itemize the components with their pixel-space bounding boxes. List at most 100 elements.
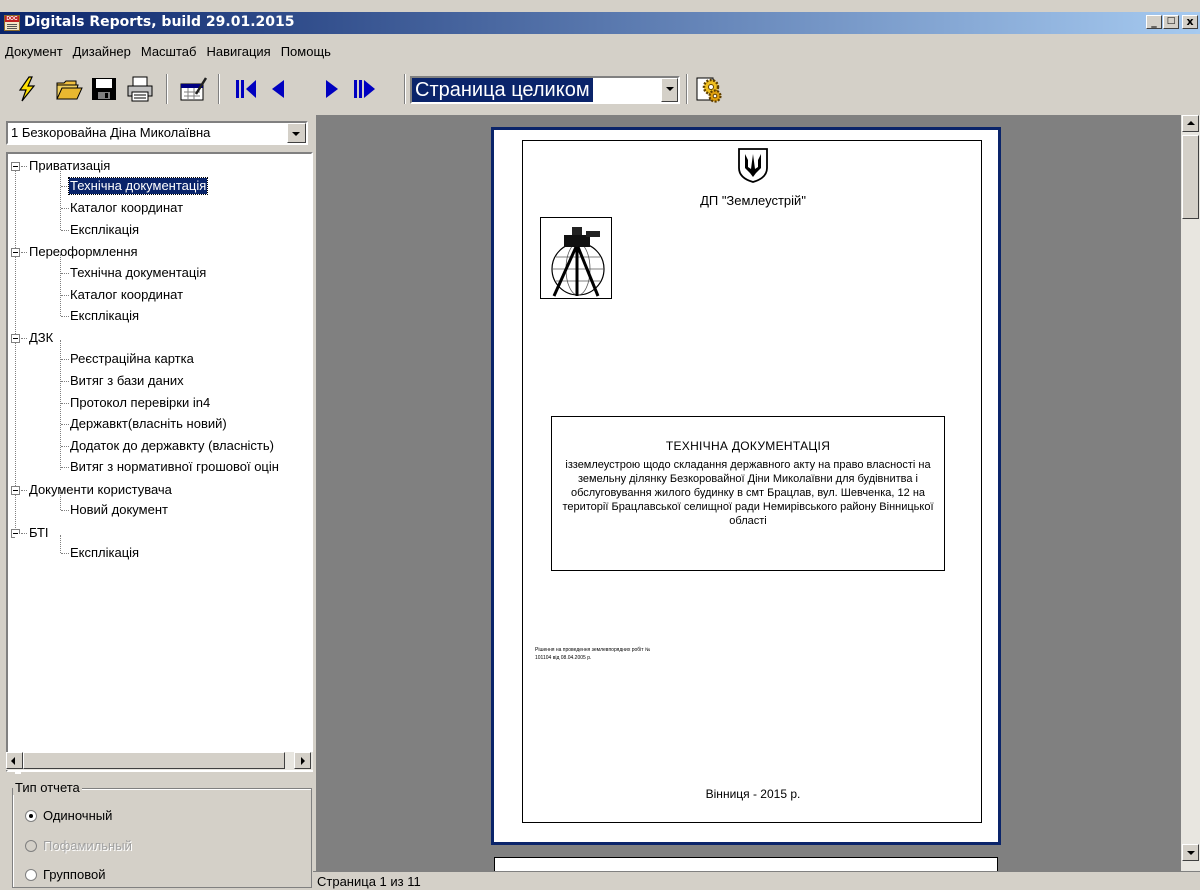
close-button[interactable]: x (1182, 15, 1198, 29)
tree-connector (61, 208, 69, 209)
doc-footer: Вінниця - 2015 р. (705, 787, 801, 801)
tree-item-explication[interactable]: Експлікація (70, 308, 139, 324)
tree-item-explication[interactable]: Експлікація (70, 545, 139, 561)
collapse-expander[interactable] (11, 334, 20, 343)
tree-item-state-act-appendix[interactable]: Додаток до державкту (власність) (70, 438, 274, 454)
scroll-thumb[interactable] (1182, 135, 1199, 219)
person-dropdown-button[interactable] (287, 123, 306, 143)
title-bar[interactable]: Digitals Reports, build 29.01.2015 _ □ x (0, 12, 1200, 34)
app-doc-icon (4, 15, 20, 31)
scroll-down-button[interactable] (1182, 844, 1199, 861)
page-frame: ДП "Землеустрій" ТЕХНІЧНА ДОКУМЕНТАЦІЯ і… (522, 140, 982, 823)
toolbar-separator (686, 74, 688, 104)
tree-item-state-act[interactable]: Державкт(власніть новий) (70, 416, 227, 432)
report-preview-area[interactable]: ДП "Землеустрій" ТЕХНІЧНА ДОКУМЕНТАЦІЯ і… (316, 115, 1181, 871)
tree-item-registration-card[interactable]: Реєстраційна картка (70, 351, 194, 367)
tree-connector (21, 533, 27, 534)
menu-document[interactable]: Документ (0, 41, 68, 62)
page-setup-icon[interactable] (178, 74, 208, 104)
decision-note: Рішення на проведення землевпорядних роб… (535, 647, 651, 661)
zoom-value: Страница целиком (412, 78, 593, 102)
previous-page-icon[interactable] (262, 74, 292, 104)
trident-coat-of-arms-icon (738, 148, 768, 183)
first-page-icon[interactable] (230, 74, 260, 104)
next-page-icon[interactable] (318, 74, 348, 104)
menu-designer[interactable]: Дизайнер (68, 41, 136, 62)
open-folder-icon[interactable] (54, 74, 84, 104)
save-icon[interactable] (89, 74, 119, 104)
tree-connector (61, 553, 69, 554)
tree-branch-line (60, 535, 61, 553)
tree-item-check-protocol[interactable]: Протокол перевірки in4 (70, 395, 210, 411)
tree-connector (61, 295, 69, 296)
page-counter: Страница 1 из 11 (317, 874, 421, 889)
tree-item-tech-docs[interactable]: Технічна документація (67, 177, 209, 195)
tree-item-db-extract[interactable]: Витяг з бази даних (70, 373, 184, 389)
collapse-expander[interactable] (11, 162, 20, 171)
collapse-expander[interactable] (11, 248, 20, 257)
lightning-icon[interactable] (12, 74, 42, 104)
tree-group-reregistration[interactable]: Переоформлення (29, 244, 138, 260)
menu-bar: Документ Дизайнер Масштаб Навигация Помощь (0, 41, 1200, 63)
scroll-thumb[interactable] (23, 752, 285, 769)
tree-connector (61, 403, 69, 404)
settings-gears-icon[interactable] (694, 74, 724, 104)
preview-vertical-scrollbar[interactable] (1181, 115, 1200, 871)
tree-group-privatization[interactable]: Приватизація (29, 158, 110, 174)
zoom-select[interactable]: Страница целиком (410, 76, 680, 104)
report-type-legend: Тип отчета (13, 780, 82, 795)
toolbar: Страница целиком (0, 70, 1200, 108)
menu-help[interactable]: Помощь (276, 41, 336, 62)
radio-single-label[interactable]: Одиночный (43, 808, 112, 823)
tree-branch-line (60, 168, 61, 230)
tree-connector (21, 166, 27, 167)
theodolite-logo (540, 217, 612, 299)
toolbar-separator (404, 74, 406, 104)
radio-by-surname (25, 840, 37, 852)
tree-connector (61, 186, 69, 187)
radio-group[interactable] (25, 869, 37, 881)
title-box: ТЕХНІЧНА ДОКУМЕНТАЦІЯ ізземлеустрою щодо… (551, 416, 945, 571)
toolbar-separator (166, 74, 168, 104)
radio-group-label[interactable]: Групповой (43, 867, 105, 882)
last-page-icon[interactable] (350, 74, 380, 104)
tree-branch-line (60, 492, 61, 510)
scroll-up-button[interactable] (1182, 115, 1199, 132)
report-type-group: Тип отчета Одиночный Пофамильный Группов… (12, 780, 312, 888)
tree-connector (21, 490, 27, 491)
radio-single[interactable] (25, 810, 37, 822)
tree-group-user-docs[interactable]: Документи користувача (29, 482, 172, 498)
maximize-button[interactable]: □ (1163, 15, 1179, 29)
tree-item-new-document[interactable]: Новий документ (70, 502, 168, 518)
scroll-left-button[interactable] (6, 752, 23, 769)
tree-item-tech-docs[interactable]: Технічна документація (70, 265, 206, 281)
scroll-right-button[interactable] (294, 752, 311, 769)
doc-body: ізземлеустрою щодо складання державного … (562, 459, 934, 527)
person-select[interactable]: 1 Безкоровайна Діна Миколаївна (6, 121, 308, 145)
person-select-value: 1 Безкоровайна Діна Миколаївна (11, 125, 211, 140)
collapse-expander[interactable] (11, 486, 20, 495)
tree-connector (61, 359, 69, 360)
tree-group-dzk[interactable]: ДЗК (29, 330, 53, 346)
tree-horizontal-scrollbar[interactable] (6, 752, 313, 770)
tree-connector (21, 252, 27, 253)
tree-item-coord-catalog[interactable]: Каталог координат (70, 200, 183, 216)
tree-connector (61, 273, 69, 274)
app-window: Digitals Reports, build 29.01.2015 _ □ x… (0, 0, 1200, 890)
status-bar: Страница 1 из 11 (313, 871, 1200, 890)
minimize-button[interactable]: _ (1146, 15, 1162, 29)
print-icon[interactable] (125, 74, 155, 104)
menu-zoom[interactable]: Масштаб (136, 41, 202, 62)
tree-connector (61, 446, 69, 447)
window-title: Digitals Reports, build 29.01.2015 (24, 14, 295, 30)
tree-connector (21, 338, 27, 339)
report-tree[interactable]: Приватизація Технічна документація Катал… (6, 152, 313, 772)
tree-line-mask (15, 534, 21, 774)
tree-item-explication[interactable]: Експлікація (70, 222, 139, 238)
tree-item-valuation-extract[interactable]: Витяг з нормативної грошової оцін (70, 459, 279, 475)
menu-navigation[interactable]: Навигация (201, 41, 275, 62)
zoom-dropdown-button[interactable] (661, 78, 678, 102)
tree-group-bti[interactable]: БТІ (29, 525, 49, 541)
tree-connector (61, 424, 69, 425)
tree-item-coord-catalog[interactable]: Каталог координат (70, 287, 183, 303)
